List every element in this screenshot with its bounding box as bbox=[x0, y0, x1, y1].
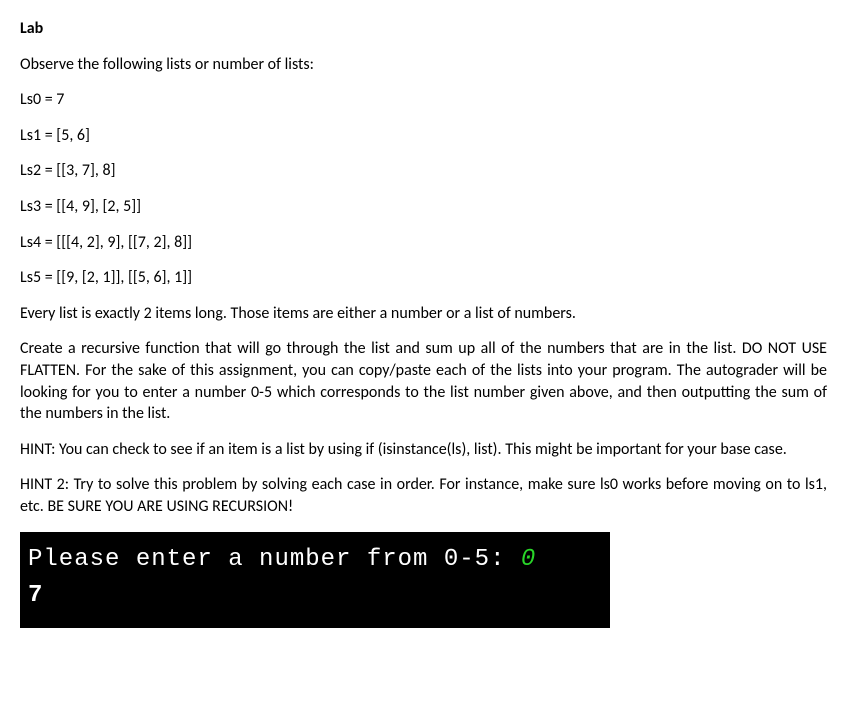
terminal-prompt: Please enter a number from 0-5: bbox=[28, 546, 521, 573]
intro-text: Observe the following lists or number of… bbox=[20, 54, 827, 76]
lab-heading: Lab bbox=[20, 18, 827, 40]
ls3-definition: Ls3 = [[4, 9], [2, 5]] bbox=[20, 196, 827, 218]
terminal-result: 7 bbox=[28, 578, 602, 614]
ls4-definition: Ls4 = [[[4, 2], 9], [[7, 2], 8]] bbox=[20, 232, 827, 254]
ls5-definition: Ls5 = [[9, [2, 1]], [[5, 6], 1]] bbox=[20, 267, 827, 289]
hint2-text: HINT 2: Try to solve this problem by sol… bbox=[20, 474, 827, 517]
terminal-prompt-line: Please enter a number from 0-5: 0 bbox=[28, 542, 602, 578]
ls0-definition: Ls0 = 7 bbox=[20, 89, 827, 111]
terminal-user-input: 0 bbox=[521, 546, 536, 573]
hint1-text: HINT: You can check to see if an item is… bbox=[20, 439, 827, 461]
note-text: Every list is exactly 2 items long. Thos… bbox=[20, 303, 827, 325]
ls1-definition: Ls1 = [5, 6] bbox=[20, 125, 827, 147]
task-text: Create a recursive function that will go… bbox=[20, 338, 827, 424]
terminal-output: Please enter a number from 0-5: 0 7 bbox=[20, 532, 610, 628]
ls2-definition: Ls2 = [[3, 7], 8] bbox=[20, 160, 827, 182]
